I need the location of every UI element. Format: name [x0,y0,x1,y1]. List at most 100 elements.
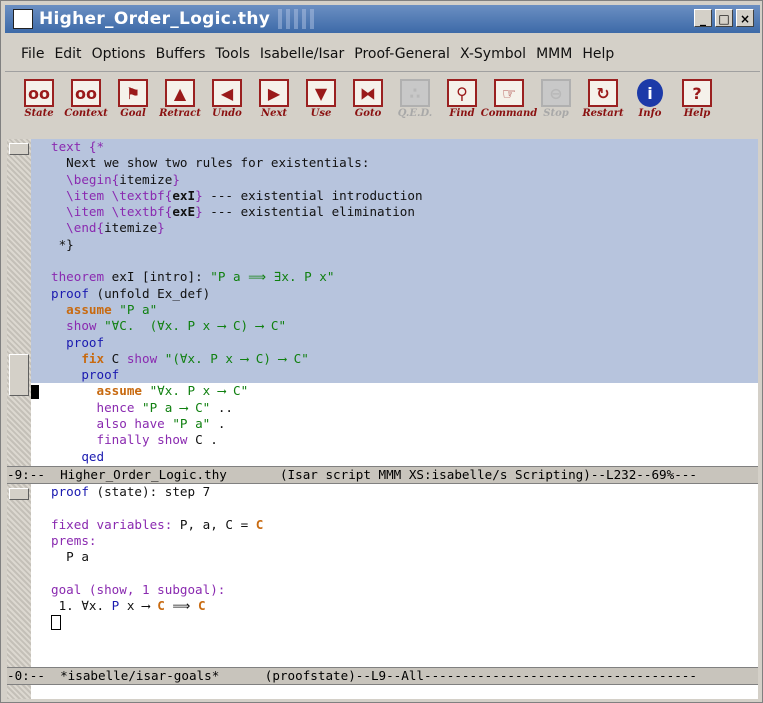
goal-button[interactable]: ⚑ Goal [113,73,153,119]
toolbar-label: Use [310,108,332,119]
script-line: finally show C . [31,432,758,448]
code-token: \item \textbf{ [51,187,173,203]
code-token: C . [187,432,218,448]
goto-icon: ⧓ [353,79,383,107]
toolbar-label: Retract [159,108,201,119]
retract-icon: ▲ [165,79,195,107]
next-icon: ▶ [259,79,289,107]
menu-edit[interactable]: Edit [49,46,86,62]
script-scrollbar[interactable] [7,139,31,466]
command-icon: ☞ [494,79,524,107]
script-text[interactable]: text {* Next we show two rules for exist… [31,139,758,481]
code-token: } [195,187,203,203]
menu-bar: File Edit Options Buffers Tools Isabelle/Isar… [5,37,760,72]
minimize-icon[interactable]: _ [694,9,712,27]
toolbar-label: Command [480,108,538,119]
window-title: Higher_Order_Logic.thy [39,9,271,29]
code-token: ⟹ [164,598,198,614]
code-token: } [195,204,203,220]
toolbar-label: Goto [354,108,382,119]
restart-icon: ↻ [588,79,618,107]
script-line: assume "P a" [31,301,758,319]
find-button[interactable]: ⚲ Find [442,73,482,119]
scroll-thumb[interactable] [9,354,29,396]
use-button[interactable]: ▼ Use [301,73,341,119]
goals-text[interactable]: proof (state): step 7 fixed variables: P,… [31,484,758,631]
toolbar-label: State [24,108,54,119]
minibuffer[interactable] [7,685,758,699]
command-button[interactable]: ☞ Command [481,73,537,119]
maximize-icon[interactable]: □ [715,9,733,27]
goal-line: P a [31,549,758,565]
code-token: text {* [51,139,105,154]
toolbar-label: Restart [582,108,624,119]
goals-modeline: -0:-- *isabelle/isar-goals* (proofstate)… [7,667,758,685]
script-line: also have "P a" . [31,416,758,432]
script-line: show "∀C. (∀x. P x ⟶ C) ⟶ C" [31,318,758,335]
menu-x-symbol[interactable]: X-Symbol [455,46,531,62]
menu-isabelle-isar[interactable]: Isabelle/Isar [255,46,349,62]
toolbar-label: Info [638,108,662,119]
code-token: show [126,350,158,366]
menu-mmm[interactable]: MMM [531,46,577,62]
emacs-window: Higher_Order_Logic.thy _ □ × File Edit Opt… [0,0,763,703]
scroll-arrow-icon[interactable] [9,488,29,500]
code-token: Next we show two rules for existentials: [51,155,370,171]
help-icon: ? [682,79,712,107]
code-token: *} [51,236,74,252]
code-token: "∀x. P x ⟶ C" [142,383,249,399]
code-token: .. [210,399,233,415]
script-line: \item \textbf{exI} --- existential intro… [31,187,758,205]
script-line: text {* [31,139,758,156]
code-token: exE [172,204,196,220]
stop-icon: ⊖ [541,79,571,107]
code-token: } [157,220,165,236]
menu-help[interactable]: Help [577,46,619,62]
code-token: finally show [51,432,188,448]
proof-general-toolbar: oo State oo Context ⚑ Goal ▲ Retract ◀ Undo ▶ Next ▼… [5,73,760,131]
help-button[interactable]: ? Help [677,73,717,119]
goal-line: goal (show, 1 subgoal): [31,582,758,598]
menu-options[interactable]: Options [87,46,151,62]
undo-button[interactable]: ◀ Undo [207,73,247,119]
menu-tools[interactable]: Tools [210,46,255,62]
code-token: assume [51,383,142,399]
stop-button[interactable]: ⊖ Stop [536,73,576,119]
retract-button[interactable]: ▲ Retract [159,73,201,119]
scroll-arrow-icon[interactable] [9,143,29,155]
code-token: assume [51,301,112,317]
menu-proof-general[interactable]: Proof-General [349,46,455,62]
code-token: fixed variables: [51,516,173,532]
next-button[interactable]: ▶ Next [254,73,294,119]
script-line: *} [31,236,758,254]
title-bar[interactable]: Higher_Order_Logic.thy _ □ × [5,5,760,33]
restart-button[interactable]: ↻ Restart [582,73,624,119]
qed-button[interactable]: ∴ Q.E.D. [395,73,435,119]
script-line: \begin{itemize} [31,171,758,188]
info-icon: i [637,79,663,107]
code-token: "(∀x. P x ⟶ C) ⟶ C" [157,350,309,366]
window-controls: _ □ × [694,9,754,27]
menu-file[interactable]: File [5,46,49,62]
script-line: qed [31,449,758,465]
script-line: fix C show "(∀x. P x ⟶ C) ⟶ C" [31,350,758,368]
script-line: hence "P a ⟶ C" .. [31,400,758,416]
goals-buffer[interactable]: proof (state): step 7 fixed variables: P,… [7,484,758,667]
info-button[interactable]: i Info [630,73,670,119]
goto-button[interactable]: ⧓ Goto [348,73,388,119]
goals-scrollbar[interactable] [7,484,31,667]
code-token: C [104,350,127,366]
use-icon: ▼ [306,79,336,107]
code-token: itemize [119,171,173,187]
toolbar-label: Context [64,108,108,119]
code-token: proof [51,367,120,383]
close-icon[interactable]: × [736,9,754,27]
toolbar-label: Undo [212,108,242,119]
find-icon: ⚲ [447,79,477,107]
state-button[interactable]: oo State [19,73,59,119]
toolbar-label: Next [260,108,288,119]
code-token: \end{ [51,220,105,236]
context-button[interactable]: oo Context [64,73,108,119]
script-buffer[interactable]: text {* Next we show two rules for exist… [7,139,758,480]
menu-buffers[interactable]: Buffers [151,46,211,62]
